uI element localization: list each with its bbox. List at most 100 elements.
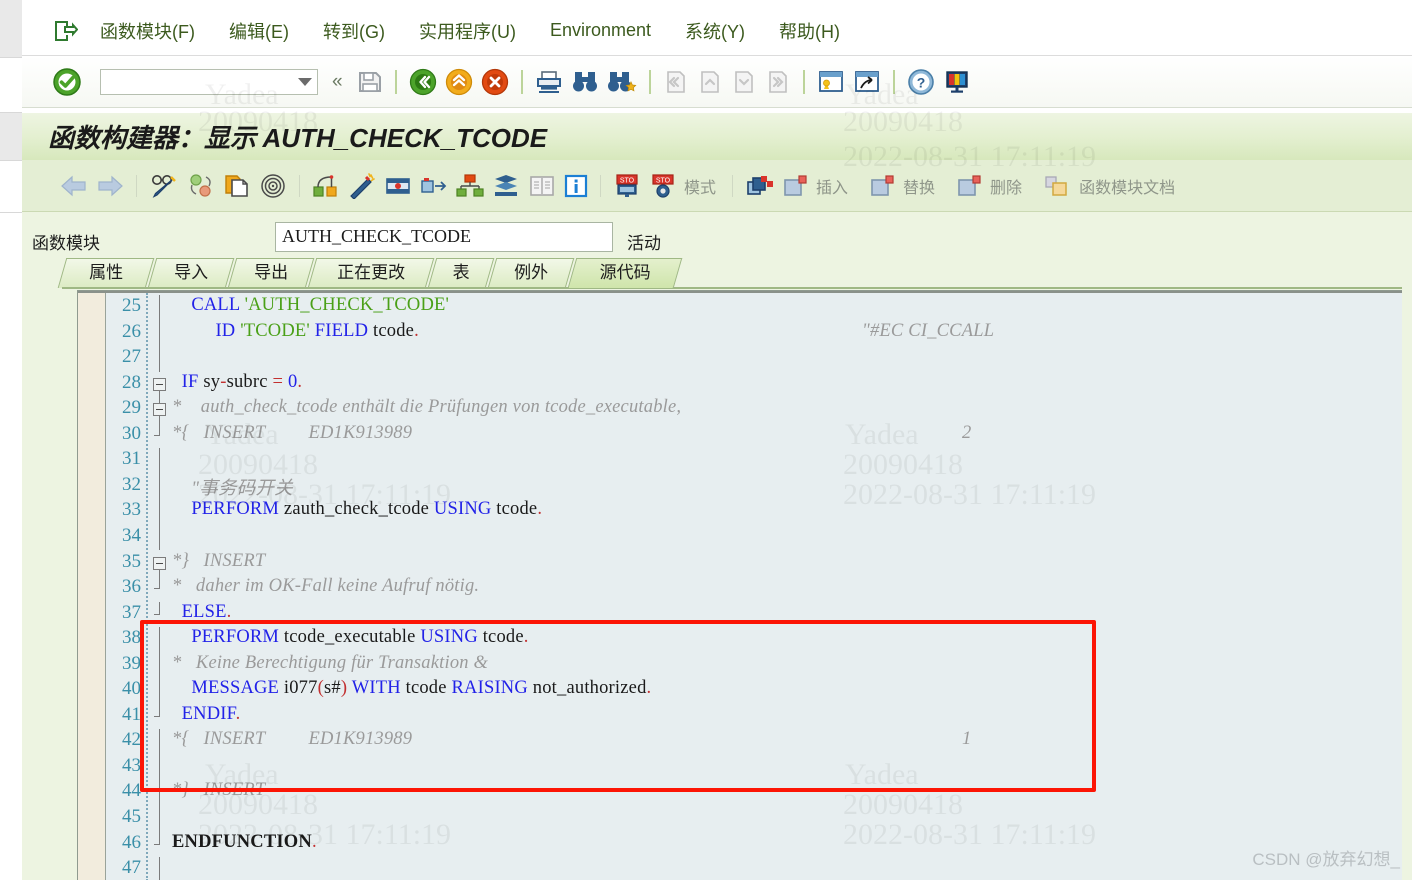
debug-screen-icon[interactable]: STO [613,173,641,199]
code-line[interactable]: IF sy-subrc = 0. [172,372,302,393]
code-line[interactable]: "事务码开关 [172,474,293,500]
tab-strip-underline [62,287,1402,289]
code-line[interactable]: PERFORM zauth_check_tcode USING tcode. [172,499,542,520]
function-module-input[interactable]: AUTH_CHECK_TCODE [275,222,613,252]
line-number: 34 [122,524,141,546]
code-line[interactable]: * Keine Berechtigung für Transaktion & [172,653,488,674]
magic-wand-icon[interactable] [348,172,376,199]
code-line[interactable]: * auth_check_tcode enthält die Prüfungen… [172,397,681,418]
delete-label[interactable]: 删除 [990,174,1022,198]
code-line[interactable]: * daher im OK-Fall keine Aufruf nötig. [172,576,479,597]
right-arrow-icon[interactable] [96,175,124,197]
editor-code-area[interactable]: CALL 'AUTH_CHECK_TCODE' ID 'TCODE' FIELD… [172,293,1402,880]
replace-label[interactable]: 替换 [903,174,935,198]
code-token: . [226,601,232,622]
tab-exceptions[interactable]: 例外 [487,258,575,288]
tab-changing[interactable]: 正在更改 [307,258,435,288]
activate-icon[interactable] [312,173,340,199]
customize-local-layout-icon[interactable] [943,69,971,95]
green-check-icon[interactable] [52,67,82,97]
code-token: . [537,499,543,520]
shortcut-icon[interactable] [853,70,881,94]
page-first-icon[interactable] [663,69,689,95]
left-arrow-icon[interactable] [60,175,88,197]
new-session-icon[interactable] [817,70,845,94]
fold-toggle-icon[interactable] [153,377,166,391]
menu-utilities[interactable]: 实用程序(U) [419,18,516,44]
code-line[interactable]: *{ INSERT ED1K913989 [172,729,412,750]
fold-stem [159,627,160,653]
tab-export[interactable]: 导出 [227,258,315,288]
code-token: tcode [491,499,538,520]
glasses-pencil-icon[interactable] [149,173,179,199]
yellow-up-icon[interactable] [445,68,473,96]
code-line[interactable]: *} INSERT [172,780,265,801]
red-cancel-icon[interactable] [481,68,509,96]
code-line[interactable]: ENDIF. [172,704,241,725]
page-last-icon[interactable] [765,69,791,95]
line-number: 25 [122,295,141,316]
menu-system[interactable]: 系统(Y) [685,18,745,44]
editor-fold-gutter[interactable] [150,293,172,880]
printer-icon[interactable] [535,69,563,95]
editor-bookmark-gutter[interactable] [78,293,106,880]
green-back-icon[interactable] [409,68,437,96]
spiral-icon[interactable] [259,173,287,199]
hierarchy-icon[interactable] [456,173,484,199]
code-line[interactable]: ID 'TCODE' FIELD tcode. [172,321,419,342]
binoculars-plus-icon[interactable] [607,69,637,95]
pattern-icon[interactable] [384,173,412,199]
menu-edit[interactable]: 编辑(E) [229,18,289,44]
document-icon[interactable] [1044,174,1072,198]
fold-toggle-icon[interactable] [153,556,166,570]
exit-door-icon[interactable] [52,18,79,44]
code-line[interactable]: PERFORM tcode_executable USING tcode. [172,627,529,648]
tab-import[interactable]: 导入 [147,258,235,288]
menu-environment[interactable]: Environment [550,20,651,41]
fold-stem [159,831,160,845]
info-icon[interactable] [564,174,588,198]
page-up-icon[interactable] [697,69,723,95]
svg-text:STO: STO [620,177,635,184]
pattern-blocks-icon[interactable] [745,173,775,199]
tab-source-code[interactable]: 源代码 [567,258,683,288]
tab-attributes[interactable]: 属性 [57,258,155,288]
menu-help[interactable]: 帮助(H) [779,18,840,44]
fold-stem [159,320,160,347]
stack-icon[interactable] [492,173,520,199]
mode-label[interactable]: 模式 [684,174,716,198]
chevron-down-icon[interactable] [298,77,312,86]
floppy-disk-icon[interactable] [357,69,383,95]
function-module-doc-label[interactable]: 函数模块文档 [1079,174,1175,198]
binoculars-icon[interactable] [571,69,599,95]
copy-object-icon[interactable] [223,173,251,199]
abap-source-editor[interactable]: 25 26 27 28 29 30 31 32 33 34 35 36 37 38 39 40 41 42 43 44… [77,290,1402,880]
code-token: s# [323,678,341,699]
code-line[interactable]: *} INSERT [172,551,265,572]
book-icon[interactable] [528,174,556,198]
page-down-icon[interactable] [731,69,757,95]
delete-block-icon[interactable] [957,174,983,198]
line-number: 43 [122,754,141,776]
line-number: 29 [122,397,141,419]
command-field[interactable] [100,68,318,95]
double-chevron-left-icon[interactable]: « [332,71,343,93]
code-line[interactable]: MESSAGE i077(s#) WITH tcode RAISING not_… [172,678,651,699]
stop-breakpoint-icon[interactable]: STO [649,173,677,199]
insert-label[interactable]: 插入 [816,174,848,198]
insert-block-icon[interactable] [783,174,809,198]
question-mark-icon[interactable]: ? [907,68,935,96]
replace-block-icon[interactable] [870,174,896,198]
code-line[interactable]: CALL 'AUTH_CHECK_TCODE' [172,295,449,316]
menu-goto[interactable]: 转到(G) [323,18,385,44]
other-object-icon[interactable] [187,173,215,199]
code-line[interactable]: *{ INSERT ED1K913989 [172,423,412,444]
code-line[interactable]: ENDFUNCTION. [172,832,317,853]
menu-function-module[interactable]: 函数模块(F) [100,18,195,44]
tab-tables[interactable]: 表 [427,258,495,288]
menu-bar: 函数模块(F) 编辑(E) 转到(G) 实用程序(U) Environment … [22,6,1412,56]
code-line[interactable]: ELSE. [172,601,232,623]
code-token: *} INSERT [172,780,266,801]
expand-object-icon[interactable] [420,173,448,199]
fold-toggle-icon[interactable] [153,403,166,417]
